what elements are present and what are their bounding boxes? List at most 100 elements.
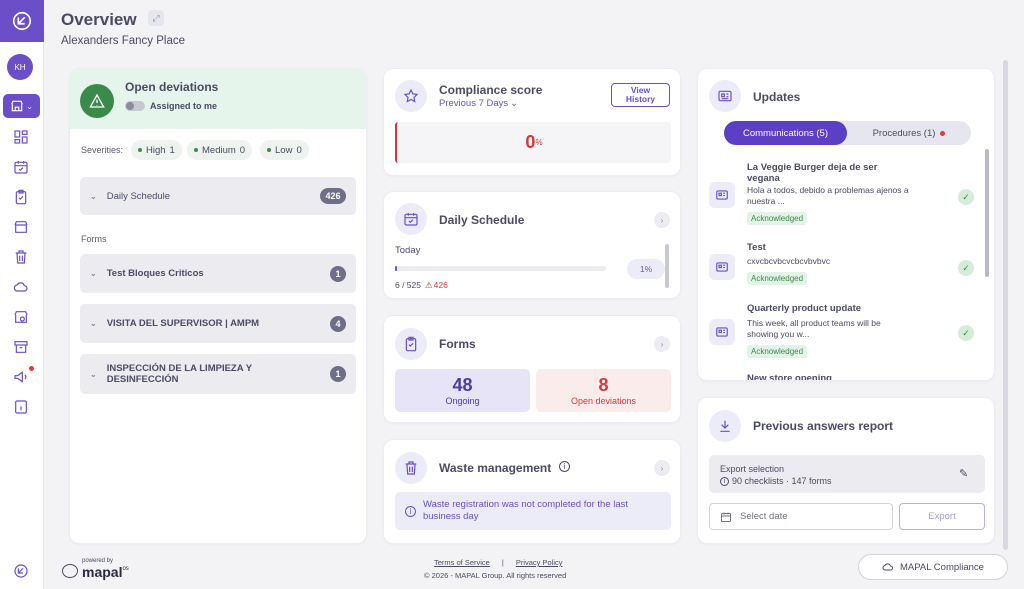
date-picker[interactable]: Select date — [709, 503, 893, 530]
notification-dot — [940, 130, 946, 136]
date-placeholder: Select date — [740, 511, 788, 522]
export-button[interactable]: Export — [899, 503, 985, 530]
page-scrollbar[interactable] — [1003, 60, 1008, 550]
nav-store-button[interactable]: ⌄ — [3, 94, 40, 118]
copyright: © 2026 - MAPAL Group. All rights reserve… — [424, 571, 567, 580]
acknowledged-badge: Acknowledged — [747, 272, 808, 285]
privacy-link[interactable]: Privacy Policy — [516, 558, 563, 567]
chevron-right-icon[interactable]: › — [654, 212, 670, 228]
ongoing-label: Ongoing — [445, 396, 480, 406]
terms-link[interactable]: Terms of Service — [434, 558, 490, 567]
nav-cloud-icon[interactable] — [12, 278, 30, 296]
nav-archive-icon[interactable] — [12, 338, 30, 356]
nav-shop-icon[interactable] — [12, 218, 30, 236]
open-deviations-tile[interactable]: 8 Open deviations — [536, 369, 671, 412]
progress-track — [395, 266, 606, 271]
count-badge: 426 — [320, 188, 346, 204]
view-history-button[interactable]: View History — [611, 83, 670, 107]
update-title: La Veggie Burger deja de ser vegana — [747, 162, 878, 184]
scrollbar[interactable] — [665, 244, 669, 288]
severity-count: 0 — [239, 144, 246, 156]
alert-icon: ⚠ — [425, 280, 433, 290]
nav-app-switch-icon[interactable] — [12, 562, 30, 580]
check-icon: ✓ — [958, 260, 974, 276]
count-badge: 1 — [330, 265, 346, 282]
progress-percent: 1% — [627, 259, 665, 279]
severity-high-filter[interactable]: High 1 — [131, 140, 182, 160]
nav-dashboard-icon[interactable] — [12, 128, 30, 146]
chevron-down-icon: ⌄ — [26, 101, 33, 111]
assigned-to-me-toggle[interactable] — [125, 101, 145, 111]
nav-info-book-icon[interactable] — [12, 398, 30, 416]
period-dropdown[interactable]: Previous 7 Days ⌄ — [439, 98, 518, 109]
severity-medium-filter[interactable]: Medium 0 — [187, 140, 253, 160]
forms-section-label: Forms — [81, 234, 107, 244]
scrollbar[interactable] — [985, 149, 989, 277]
clipboard-icon — [395, 328, 427, 360]
nav-clipboard-icon[interactable] — [12, 188, 30, 206]
severity-low-filter[interactable]: Low 0 — [260, 140, 309, 160]
compliance-button-label: MAPAL Compliance — [900, 561, 984, 573]
daily-schedule-row[interactable]: ⌄ Daily Schedule 426 — [80, 177, 356, 215]
form-row[interactable]: ⌄ VISITA DEL SUPERVISOR | AMPM 4 — [80, 304, 356, 343]
chevron-right-icon[interactable]: › — [654, 460, 670, 476]
app-logo[interactable] — [0, 0, 44, 42]
avatar[interactable]: KH — [7, 54, 33, 80]
deviation-count: 426 — [433, 280, 448, 290]
compliance-score-card: Compliance score Previous 7 Days ⌄ View H… — [383, 68, 681, 176]
form-row[interactable]: ⌄ Test Bloques Criticos 1 — [80, 254, 356, 293]
export-selection[interactable]: Export selection i 90 checklists · 147 f… — [709, 455, 985, 493]
chevron-down-icon: ⌄ — [90, 191, 97, 201]
severity-count: 1 — [169, 144, 175, 156]
export-selection-label: Export selection — [720, 464, 785, 474]
progress-fill — [395, 266, 398, 271]
star-icon — [395, 80, 427, 112]
chevron-down-icon: ⌄ — [90, 269, 97, 278]
update-title: Quarterly product update — [747, 303, 862, 314]
ongoing-forms-tile[interactable]: 48 Ongoing — [395, 369, 530, 412]
page-title: Overview — [61, 10, 137, 29]
daily-schedule-title: Daily Schedule — [439, 213, 525, 227]
acknowledged-badge: Acknowledged — [747, 212, 808, 225]
waste-title: Waste management — [439, 461, 552, 475]
nav-trash-icon[interactable] — [12, 248, 30, 266]
severity-label: Low — [275, 144, 293, 156]
mapal-logo-icon — [62, 564, 78, 578]
export-summary-text: 90 checklists · 147 forms — [732, 476, 832, 486]
row-label: VISITA DEL SUPERVISOR | AMPM — [106, 318, 260, 329]
sidebar: KH ⌄ — [0, 0, 44, 589]
ongoing-count: 48 — [452, 375, 473, 395]
tab-procedures[interactable]: Procedures (1) — [847, 121, 971, 145]
severity-label: High — [146, 144, 166, 156]
nav-calendar-check-icon[interactable] — [12, 158, 30, 176]
period-label: Previous 7 Days — [439, 98, 509, 109]
waste-alert-text: Waste registration was not completed for… — [423, 499, 629, 522]
update-item[interactable]: La Veggie Burger deja de ser vegana Hola… — [709, 162, 979, 230]
waste-management-card: Waste management i › i Waste registratio… — [383, 439, 681, 544]
progress-summary: 6 / 525 ⚠ 426 — [395, 280, 448, 291]
chevron-right-icon[interactable]: › — [654, 336, 670, 352]
mapal-compliance-button[interactable]: MAPAL Compliance — [858, 554, 1008, 580]
deviations-header — [70, 69, 366, 129]
export-summary: i 90 checklists · 147 forms — [720, 476, 832, 486]
footer-separator: | — [501, 558, 504, 567]
assigned-to-me-label: Assigned to me — [150, 101, 218, 111]
calendar-icon — [721, 512, 731, 522]
deviations-title: Open deviations — [125, 80, 219, 94]
update-item[interactable]: Quarterly product update This week, all … — [709, 303, 979, 363]
form-row[interactable]: ⌄ INSPECCIÓN DE LA LIMPIEZA Y DESINFECCI… — [80, 354, 356, 394]
location-name: Alexanders Fancy Place — [61, 35, 186, 47]
info-icon[interactable]: i — [559, 461, 570, 472]
update-title[interactable]: New store opening — [747, 373, 832, 380]
update-item[interactable]: Test cxvcbcvbcvcbcvbvbvc Acknowledged ✓ — [709, 242, 979, 292]
nav-megaphone-icon[interactable] — [12, 368, 30, 386]
row-label: Test Bloques Criticos — [106, 268, 204, 279]
edit-icon[interactable]: ✎ — [959, 467, 968, 480]
row-label: INSPECCIÓN DE LA LIMPIEZA Y DESINFECCIÓN — [106, 363, 252, 385]
message-icon — [709, 254, 735, 280]
tab-communications[interactable]: Communications (5) — [724, 121, 847, 145]
expand-icon[interactable]: ⤢ — [148, 10, 164, 26]
severity-count: 0 — [296, 144, 302, 156]
report-title: Previous answers report — [753, 419, 894, 433]
nav-store-settings-icon[interactable] — [12, 308, 30, 326]
